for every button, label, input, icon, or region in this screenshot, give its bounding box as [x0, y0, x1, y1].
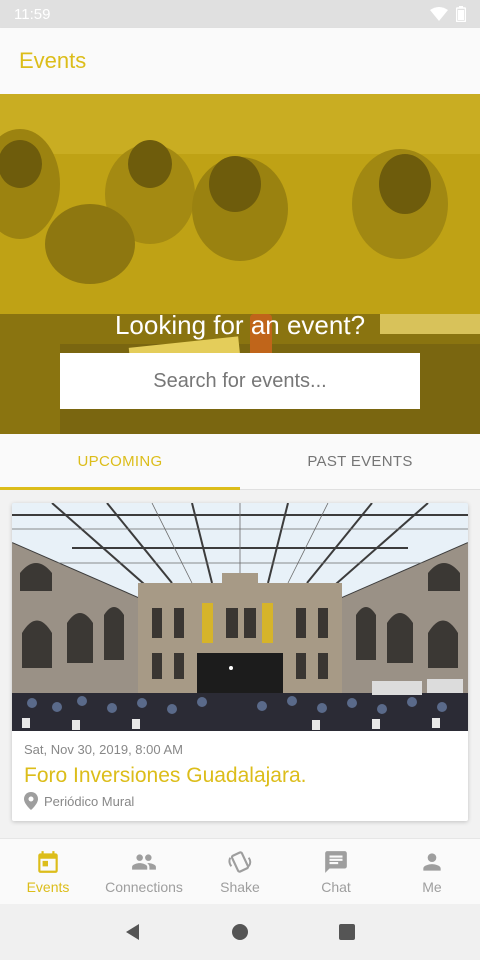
people-icon [132, 853, 156, 870]
nav-item-me[interactable]: Me [384, 839, 480, 904]
system-navigation-bar [0, 904, 480, 960]
nav-label-me: Me [422, 878, 442, 895]
hero-title: Looking for an event? [114, 310, 366, 340]
tab-upcoming[interactable]: UPCOMING [0, 434, 240, 490]
event-location: Periódico Mural [24, 792, 134, 810]
nav-item-events[interactable]: Events [0, 839, 96, 904]
app-bar: Events [0, 28, 480, 94]
status-time: 11:59 [14, 5, 51, 23]
nav-label-chat: Chat [321, 878, 351, 895]
nav-item-connections[interactable]: Connections [96, 839, 192, 904]
chat-icon [325, 850, 347, 873]
calendar-icon [38, 850, 58, 873]
status-icons [430, 6, 466, 22]
location-pin-icon [24, 792, 38, 810]
shake-phone-icon [228, 850, 252, 873]
event-location-label: Periódico Mural [44, 793, 135, 809]
nav-item-shake[interactable]: Shake [192, 839, 288, 904]
page-title: Events [19, 48, 87, 73]
wifi-icon [430, 7, 448, 21]
nav-label-events: Events [26, 878, 70, 895]
home-icon[interactable] [230, 922, 250, 942]
search-box[interactable] [60, 353, 420, 409]
bottom-nav: Events Connections Shake Chat Me [0, 838, 480, 904]
tab-past-events[interactable]: PAST EVENTS [240, 434, 480, 489]
back-icon[interactable] [123, 922, 143, 942]
recents-icon[interactable] [337, 922, 357, 942]
person-icon [423, 852, 441, 871]
event-card[interactable]: Sat, Nov 30, 2019, 8:00 AM Foro Inversio… [12, 503, 468, 821]
nav-label-shake: Shake [220, 878, 260, 895]
event-date: Sat, Nov 30, 2019, 8:00 AM [24, 742, 183, 757]
hero-banner: Looking for an event? [0, 94, 480, 434]
event-photo [12, 503, 468, 731]
event-tabs: UPCOMING PAST EVENTS [0, 434, 480, 490]
nav-label-connections: Connections [105, 878, 183, 895]
battery-icon [456, 6, 466, 22]
nav-item-chat[interactable]: Chat [288, 839, 384, 904]
status-bar: 11:59 [0, 0, 480, 28]
event-title[interactable]: Foro Inversiones Guadalajara. [24, 764, 307, 788]
search-input[interactable] [60, 353, 420, 409]
